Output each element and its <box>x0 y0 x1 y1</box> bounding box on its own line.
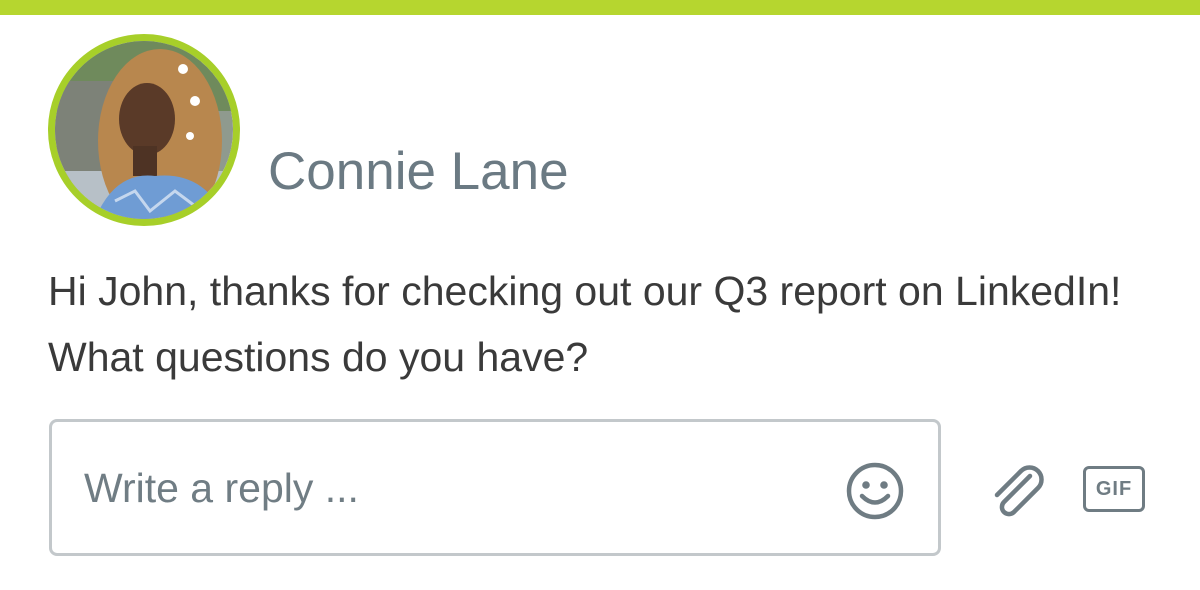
avatar-photo <box>55 41 233 219</box>
gif-button[interactable]: GIF <box>1083 466 1145 512</box>
attach-file-button[interactable] <box>984 458 1050 524</box>
paperclip-icon <box>994 465 1044 517</box>
smiley-face-icon <box>846 462 904 520</box>
top-accent-bar <box>0 0 1200 15</box>
reply-input[interactable] <box>84 460 824 516</box>
emoji-button[interactable] <box>846 462 904 520</box>
sender-name: Connie Lane <box>268 142 569 201</box>
reply-composer[interactable] <box>49 419 941 556</box>
avatar[interactable] <box>48 34 240 226</box>
message-text: Hi John, thanks for checking out our Q3 … <box>48 268 1122 380</box>
